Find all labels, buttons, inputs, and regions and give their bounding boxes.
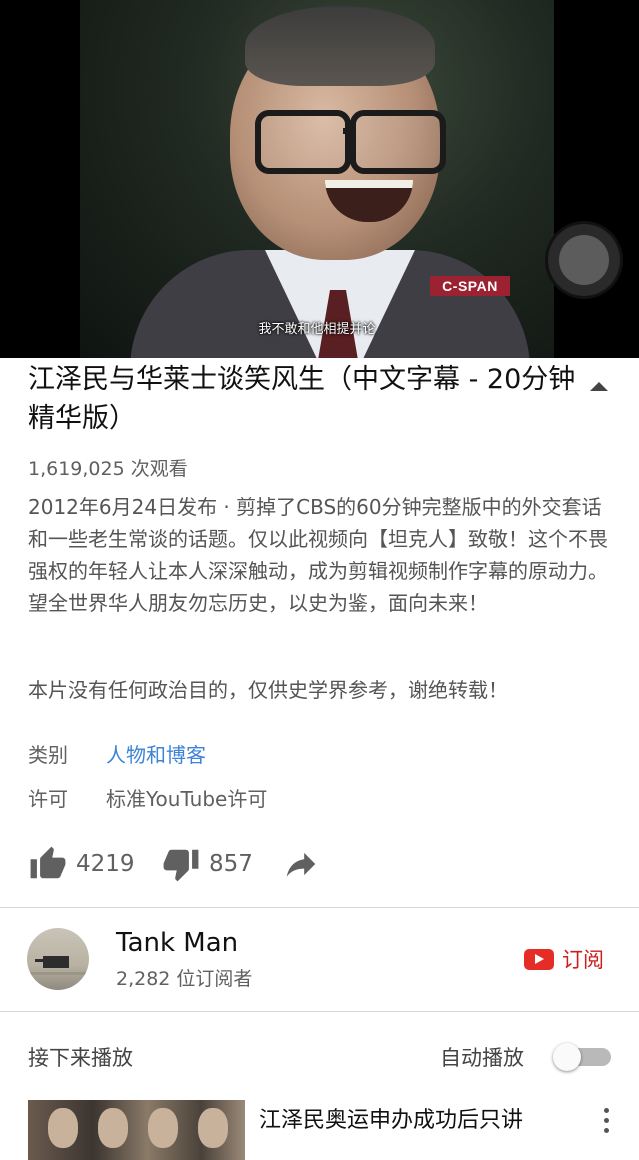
video-figure-glasses-left [255, 110, 351, 174]
dislike-count: 857 [209, 851, 253, 877]
dislike-button[interactable]: 857 [161, 845, 253, 883]
share-button[interactable] [282, 845, 320, 883]
subscribe-button[interactable]: 订阅 [524, 944, 604, 974]
thumbs-up-icon [30, 846, 66, 879]
category-label: 类别 [28, 743, 68, 767]
license-label: 许可 [28, 787, 68, 811]
broadcaster-logo: C-SPAN [430, 276, 510, 296]
divider [0, 1011, 639, 1012]
category-link[interactable]: 人物和博客 [106, 739, 206, 768]
video-frame: C-SPAN 我不敢和他相提并论 [80, 0, 554, 358]
license-value: 标准YouTube许可 [106, 787, 268, 811]
channel-avatar[interactable] [27, 928, 89, 990]
video-player[interactable]: C-SPAN 我不敢和他相提并论 [0, 0, 639, 358]
video-figure-hair [245, 6, 435, 86]
up-next-label: 接下来播放 [28, 1046, 133, 1070]
floating-assistive-button[interactable] [548, 224, 620, 296]
video-description: 2012年6月24日发布 · 剪掉了CBS的60分钟完整版中的外交套话和一些老生… [28, 495, 608, 615]
collapse-description-icon[interactable] [590, 382, 608, 391]
video-figure-glasses-right [350, 110, 446, 174]
more-options-icon[interactable] [604, 1108, 610, 1138]
youtube-logo-icon [524, 948, 554, 970]
video-title: 江泽民与华莱士谈笑风生（中文字幕 - 20分钟精华版） [28, 364, 576, 434]
video-subtitle: 我不敢和他相提并论 [258, 322, 376, 337]
next-video-title[interactable]: 江泽民奥运申办成功后只讲 [259, 1102, 523, 1134]
share-icon [286, 852, 316, 877]
view-count: 1,619,025 次观看 [28, 458, 188, 480]
subscribe-label: 订阅 [562, 948, 604, 972]
thumbs-down-icon [163, 849, 199, 882]
subscriber-count: 2,282 位订阅者 [116, 968, 253, 990]
video-figure-glasses-bridge [343, 128, 355, 134]
next-video-thumbnail[interactable] [28, 1100, 245, 1160]
like-button[interactable]: 4219 [28, 845, 135, 883]
autoplay-label: 自动播放 [440, 1046, 524, 1070]
autoplay-toggle[interactable] [553, 1043, 613, 1071]
description-disclaimer: 本片没有任何政治目的，仅供史学界参考，谢绝转载！ [28, 678, 508, 702]
divider [0, 907, 639, 908]
like-count: 4219 [76, 851, 135, 877]
channel-name[interactable]: Tank Man [116, 928, 238, 958]
